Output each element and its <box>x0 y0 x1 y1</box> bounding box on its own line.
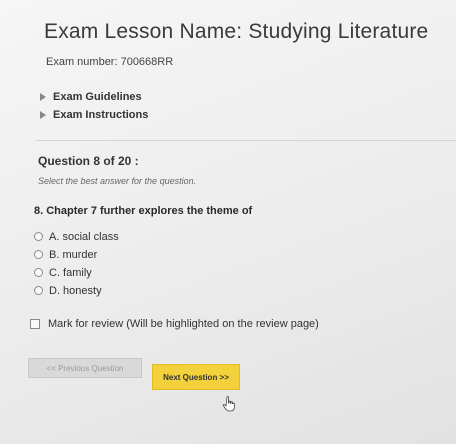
answer-options: A. social class B. murder C. family D. h… <box>34 228 119 300</box>
exam-guidelines-toggle[interactable]: Exam Guidelines <box>40 91 142 103</box>
page-title: Exam Lesson Name: Studying Literature <box>44 20 429 43</box>
radio-button[interactable] <box>34 286 43 295</box>
answer-option-label: D. honesty <box>49 284 102 297</box>
answer-option-b[interactable]: B. murder <box>34 246 119 263</box>
answer-option-a[interactable]: A. social class <box>34 228 119 245</box>
triangle-right-icon <box>40 93 46 101</box>
radio-button[interactable] <box>34 250 43 259</box>
exam-number: Exam number: 700668RR <box>46 56 174 68</box>
answer-option-label: B. murder <box>49 248 98 261</box>
next-question-button[interactable]: Next Question >> <box>152 364 240 390</box>
radio-button[interactable] <box>34 232 43 241</box>
radio-button[interactable] <box>34 268 43 277</box>
exam-page: Exam Lesson Name: Studying Literature Ex… <box>0 0 456 444</box>
answer-option-c[interactable]: C. family <box>34 264 119 281</box>
mark-for-review-label: Mark for review (Will be highlighted on … <box>48 318 319 330</box>
exam-instructions-label: Exam Instructions <box>53 109 149 121</box>
answer-option-label: A. social class <box>49 230 119 243</box>
triangle-right-icon <box>40 111 46 119</box>
answer-option-label: C. family <box>49 266 92 279</box>
answer-option-d[interactable]: D. honesty <box>34 282 119 299</box>
question-text: 8. Chapter 7 further explores the theme … <box>34 205 253 217</box>
previous-question-button[interactable]: << Previous Question <box>28 358 142 378</box>
question-instruction: Select the best answer for the question. <box>38 176 197 186</box>
mark-for-review-checkbox[interactable] <box>30 319 40 329</box>
divider <box>36 140 456 141</box>
mark-for-review[interactable]: Mark for review (Will be highlighted on … <box>30 318 319 330</box>
exam-instructions-toggle[interactable]: Exam Instructions <box>40 109 148 121</box>
exam-guidelines-label: Exam Guidelines <box>53 91 142 103</box>
question-count: Question 8 of 20 : <box>38 154 139 168</box>
hand-pointer-icon <box>222 396 235 412</box>
